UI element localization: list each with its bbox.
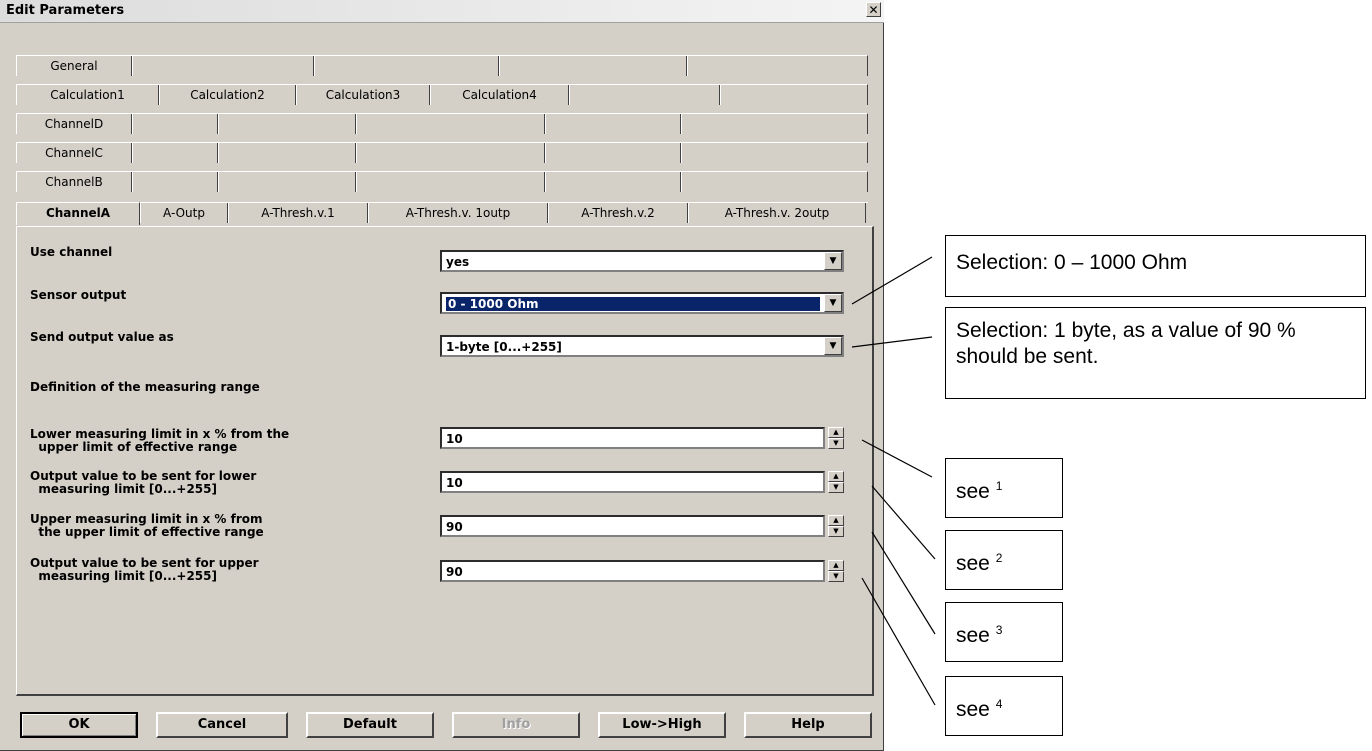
callout-sensor-selection: Selection: 0 – 1000 Ohm: [945, 235, 1366, 297]
callout-see-1: see 1: [945, 458, 1063, 518]
footnote-number: 3: [995, 623, 1003, 637]
callout-see-4: see 4: [945, 676, 1063, 736]
callout-see-text: see: [956, 552, 990, 575]
footnote-number: 2: [995, 551, 1003, 565]
callout-send-selection: Selection: 1 byte, as a value of 90 % sh…: [945, 307, 1366, 399]
callout-see-2: see 2: [945, 530, 1063, 590]
callout-see-text: see: [956, 624, 990, 647]
footnote-number: 1: [995, 479, 1003, 493]
footnote-number: 4: [995, 697, 1003, 711]
callout-see-3: see 3: [945, 602, 1063, 662]
callout-see-text: see: [956, 480, 990, 503]
callout-see-text: see: [956, 698, 990, 721]
